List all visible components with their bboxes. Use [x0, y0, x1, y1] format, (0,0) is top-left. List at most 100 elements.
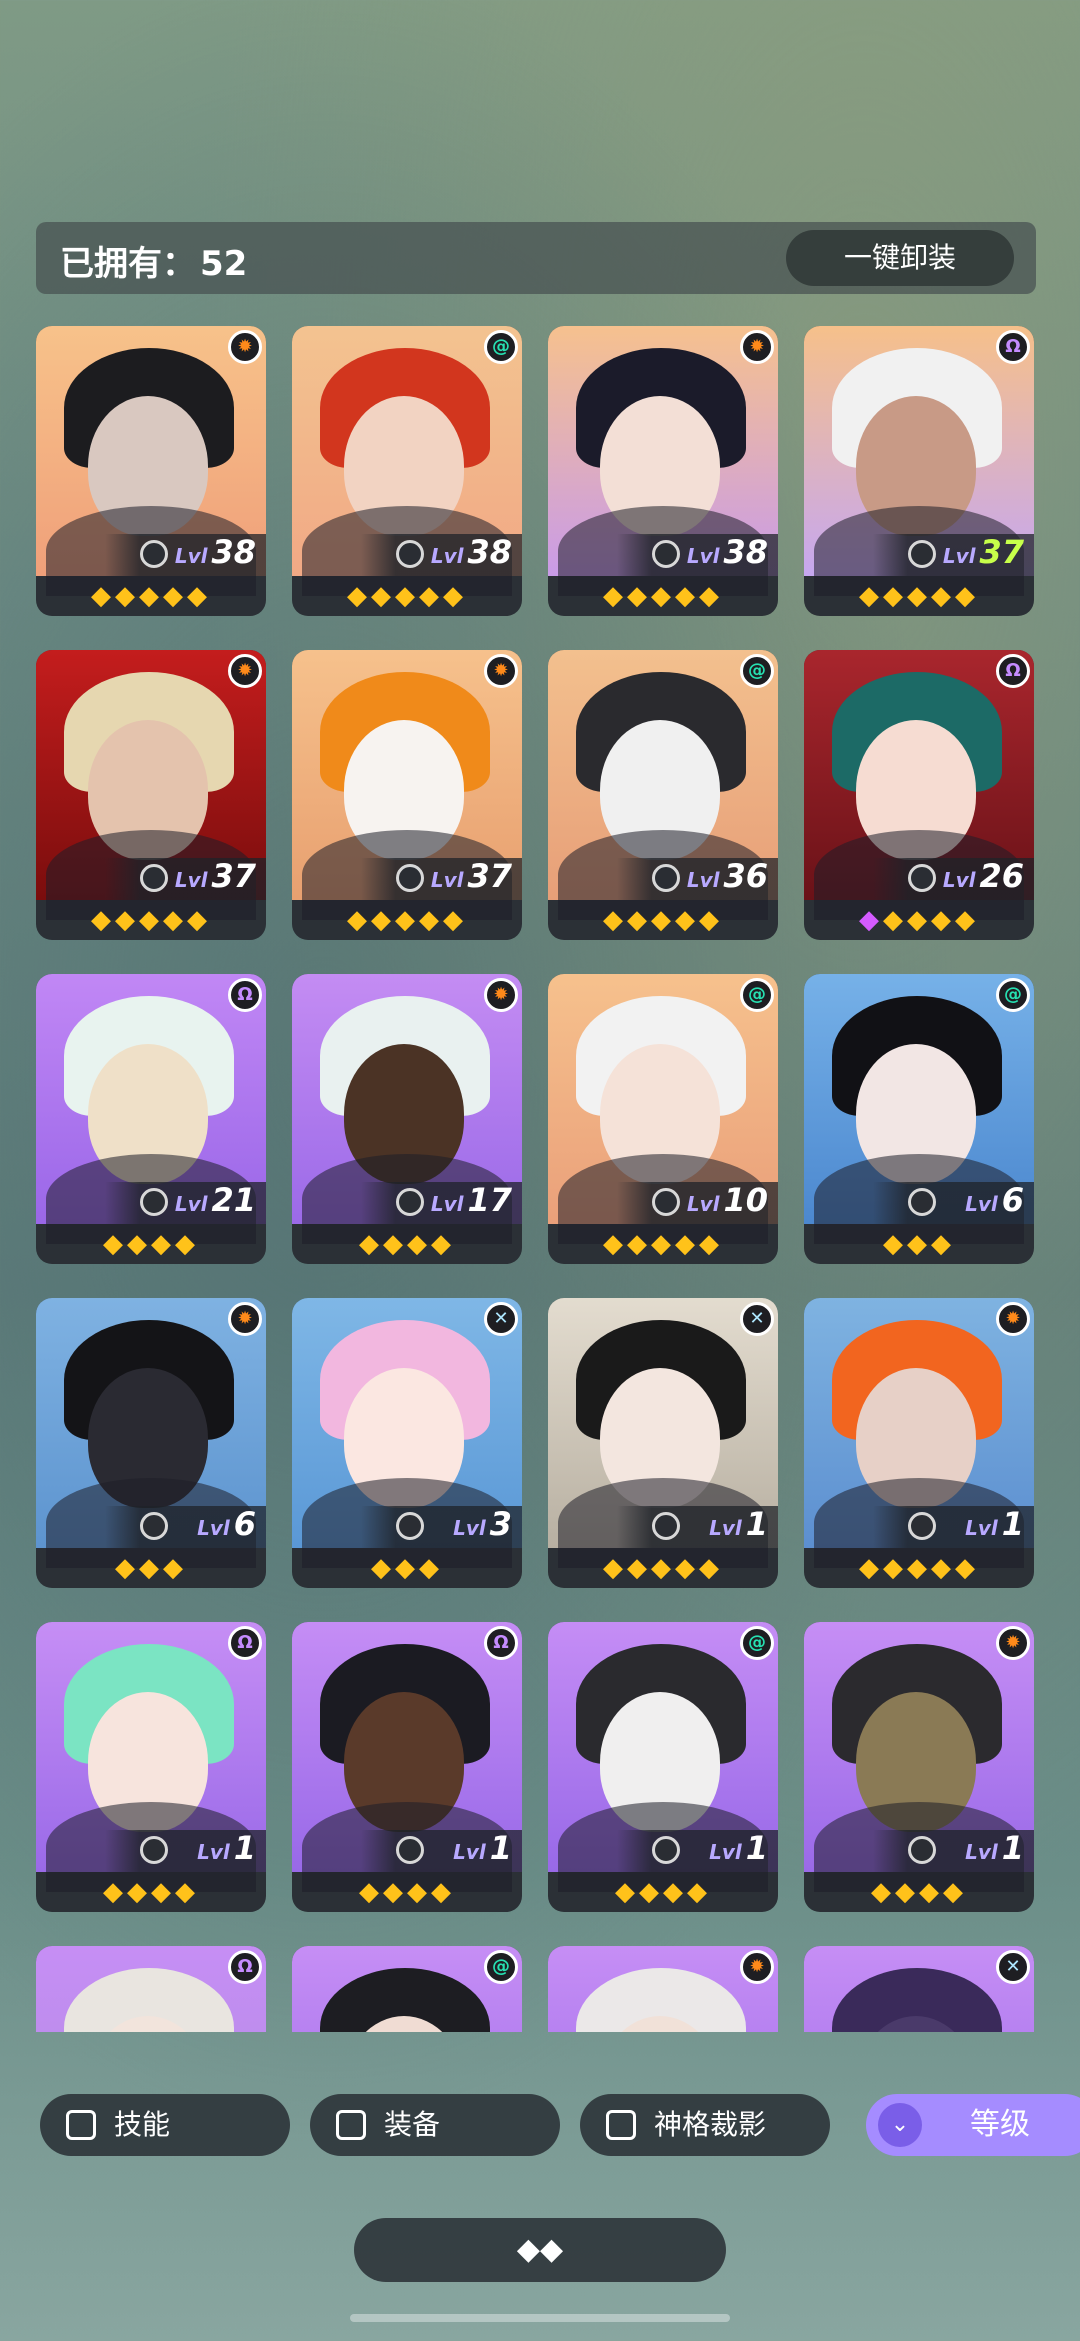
hero-card[interactable]: ✹ Lvl 37 ◆◆◆◆◆ [36, 650, 266, 940]
hero-card[interactable]: Ω [36, 1946, 266, 2032]
swirl-faction-icon: @ [484, 1950, 518, 1984]
cooldown-dial-icon [908, 1836, 936, 1864]
gold-gem-icon: ◆ [115, 1553, 139, 1583]
level-number: 1 [1001, 1829, 1024, 1867]
gold-gem-icon: ◆ [419, 581, 443, 611]
cooldown-dial-icon [396, 540, 424, 568]
gold-gem-icon: ◆ [407, 1877, 431, 1907]
star-rating: ◆◆◆◆◆ [548, 1226, 778, 1262]
hero-card[interactable]: Ω Lvl 26 ◆◆◆◆◆ [804, 650, 1034, 940]
level-number: 38 [723, 533, 768, 571]
level-number: 38 [467, 533, 512, 571]
gold-gem-icon: ◆ [943, 1877, 967, 1907]
cooldown-dial-icon [652, 1836, 680, 1864]
level-number: 26 [979, 857, 1024, 895]
hero-card[interactable]: ✹ Lvl 37 ◆◆◆◆◆ [292, 650, 522, 940]
sun-faction-icon: ✹ [228, 654, 262, 688]
hero-level: Lvl 38 [431, 532, 512, 576]
hero-card[interactable]: ✹ Lvl 38 ◆◆◆◆◆ [548, 326, 778, 616]
gold-gem-icon: ◆ [175, 1229, 199, 1259]
level-prefix: Lvl [686, 1192, 720, 1216]
gold-gem-icon: ◆ [627, 1553, 651, 1583]
checkbox-icon [606, 2110, 636, 2140]
level-prefix: Lvl [965, 1840, 998, 1864]
level-prefix: Lvl [430, 544, 464, 568]
gold-gem-icon: ◆ [187, 905, 211, 935]
skill-filter-label: 技能 [114, 2108, 171, 2141]
equipment-filter-toggle[interactable]: 装备 [310, 2094, 560, 2156]
hero-card[interactable]: ✕ [804, 1946, 1034, 2032]
gold-gem-icon: ◆ [883, 1229, 907, 1259]
gold-gem-icon: ◆ [431, 1877, 455, 1907]
hero-card[interactable]: ✹ Lvl 17 ◆◆◆◆ [292, 974, 522, 1264]
gold-gem-icon: ◆ [699, 581, 723, 611]
gold-gem-icon: ◆ [163, 581, 187, 611]
gold-gem-icon: ◆ [443, 905, 467, 935]
level-prefix: Lvl [709, 1840, 742, 1864]
hero-card[interactable]: ✹ Lvl 38 ◆◆◆◆◆ [36, 326, 266, 616]
star-rating: ◆◆◆◆◆ [36, 578, 266, 614]
hero-card[interactable]: ✕ Lvl 1 ◆◆◆◆◆ [548, 1298, 778, 1588]
level-number: 38 [211, 533, 256, 571]
cooldown-dial-icon [140, 540, 168, 568]
hero-card[interactable]: @ [292, 1946, 522, 2032]
shadow-filter-toggle[interactable]: 神格裁影 [580, 2094, 830, 2156]
hero-level: Lvl 6 [965, 1180, 1024, 1224]
hero-level: Lvl 10 [687, 1180, 768, 1224]
hero-card[interactable]: ✹ Lvl 1 ◆◆◆◆◆ [804, 1298, 1034, 1588]
star-rating: ◆◆◆◆ [804, 1874, 1034, 1910]
hero-card[interactable]: @ Lvl 1 ◆◆◆◆ [548, 1622, 778, 1912]
gold-gem-icon: ◆ [871, 1877, 895, 1907]
hero-card[interactable]: ✹ Lvl 1 ◆◆◆◆ [804, 1622, 1034, 1912]
swirl-faction-icon: @ [740, 1626, 774, 1660]
collapse-panel-button[interactable]: ◆◆ [354, 2218, 726, 2282]
level-prefix: Lvl [686, 868, 720, 892]
gold-gem-icon: ◆ [675, 905, 699, 935]
hero-card[interactable]: Ω Lvl 1 ◆◆◆◆ [292, 1622, 522, 1912]
gold-gem-icon: ◆ [127, 1877, 151, 1907]
gold-gem-icon: ◆ [371, 905, 395, 935]
skill-filter-toggle[interactable]: 技能 [40, 2094, 290, 2156]
gold-gem-icon: ◆ [931, 905, 955, 935]
hero-card[interactable]: @ Lvl 10 ◆◆◆◆◆ [548, 974, 778, 1264]
gold-gem-icon: ◆ [371, 1553, 395, 1583]
omega-faction-icon: Ω [996, 654, 1030, 688]
gold-gem-icon: ◆ [163, 1553, 187, 1583]
hero-card[interactable]: @ Lvl 38 ◆◆◆◆◆ [292, 326, 522, 616]
unequip-all-button[interactable]: 一键卸装 [786, 230, 1014, 286]
gold-gem-icon: ◆ [907, 905, 931, 935]
gold-gem-icon: ◆ [931, 1553, 955, 1583]
hero-level: Lvl 38 [687, 532, 768, 576]
gold-gem-icon: ◆ [627, 1229, 651, 1259]
level-prefix: Lvl [430, 1192, 464, 1216]
level-prefix: Lvl [965, 1516, 998, 1540]
hero-level: Lvl 1 [709, 1504, 768, 1548]
hero-card[interactable]: ✹ Lvl 6 ◆◆◆ [36, 1298, 266, 1588]
star-rating: ◆◆◆◆◆ [548, 902, 778, 938]
gold-gem-icon: ◆ [127, 1229, 151, 1259]
hero-card[interactable]: ✕ Lvl 3 ◆◆◆ [292, 1298, 522, 1588]
star-rating: ◆◆◆◆◆ [804, 578, 1034, 614]
sun-faction-icon: ✹ [740, 1950, 774, 1984]
home-indicator[interactable] [350, 2314, 730, 2322]
hero-card[interactable]: @ Lvl 36 ◆◆◆◆◆ [548, 650, 778, 940]
gold-gem-icon: ◆ [651, 1229, 675, 1259]
gold-gem-icon: ◆ [859, 1553, 883, 1583]
gold-gem-icon: ◆ [419, 1553, 443, 1583]
hero-card[interactable]: @ Lvl 6 ◆◆◆ [804, 974, 1034, 1264]
hero-card[interactable]: Ω Lvl 37 ◆◆◆◆◆ [804, 326, 1034, 616]
star-rating: ◆◆◆ [804, 1226, 1034, 1262]
hero-card[interactable]: ✹ [548, 1946, 778, 2032]
gold-gem-icon: ◆ [627, 905, 651, 935]
shadow-filter-label: 神格裁影 [654, 2108, 767, 2141]
star-rating: ◆◆◆◆◆ [804, 1550, 1034, 1586]
gold-gem-icon: ◆ [859, 581, 883, 611]
level-sort-button[interactable]: ⌄ 等级 [866, 2094, 1080, 2156]
hero-level: Lvl 1 [197, 1828, 256, 1872]
hero-card[interactable]: Ω Lvl 1 ◆◆◆◆ [36, 1622, 266, 1912]
hero-level: Lvl 3 [453, 1504, 512, 1548]
hero-card[interactable]: Ω Lvl 21 ◆◆◆◆ [36, 974, 266, 1264]
star-rating: ◆◆◆◆ [292, 1226, 522, 1262]
owned-count-label: 已拥有： 52 [60, 236, 247, 285]
gold-gem-icon: ◆ [91, 581, 115, 611]
